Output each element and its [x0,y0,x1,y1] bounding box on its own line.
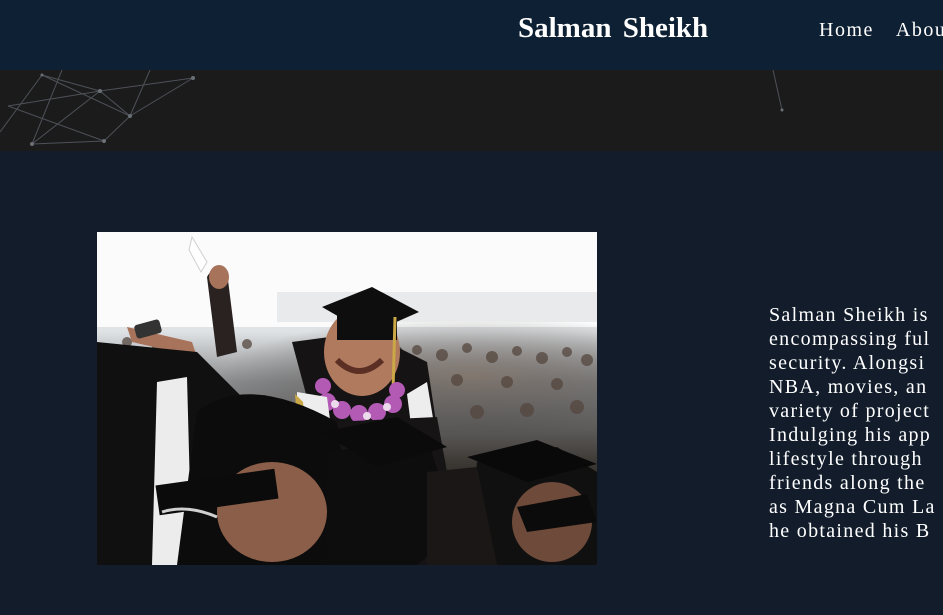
site-brand[interactable]: Salman Sheikh [518,12,708,45]
nav-link-home[interactable]: Home [819,19,874,41]
bio-line: security. Alongsi [769,352,926,374]
nav-link-about[interactable]: Abou [896,19,943,41]
bio-line: variety of project [769,400,931,422]
network-lines-decoration [0,70,784,146]
bio-line: lifestyle through [769,448,923,470]
bio-line: he obtained his B [769,520,931,542]
about-section: Salman Sheikh is encompassing ful securi… [0,151,943,615]
bio-text: Salman Sheikh is encompassing ful securi… [769,303,943,543]
bio-line: Indulging his app [769,424,932,446]
nav-links: Home Abou [819,19,943,42]
bio-line: friends along the [769,472,926,494]
bio-line: encompassing ful [769,328,931,350]
graduation-photo [97,232,597,565]
top-navbar: Salman Sheikh Home Abou [0,0,943,70]
bio-line: NBA, movies, an [769,376,928,398]
network-banner [0,70,943,151]
bio-line: as Magna Cum La [769,496,936,518]
bio-line: Salman Sheikh is [769,304,929,326]
